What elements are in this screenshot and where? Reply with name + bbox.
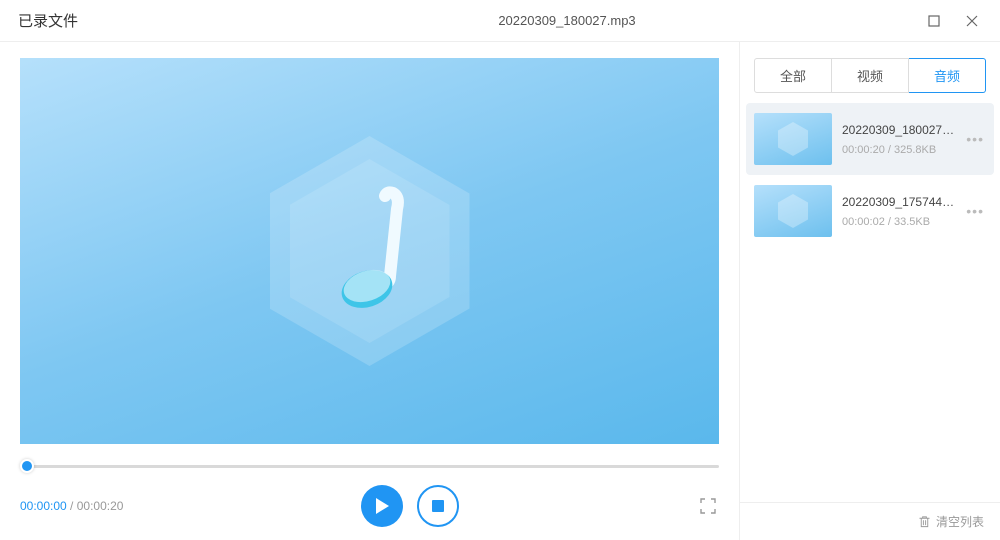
time-display: 00:00:00 / 00:00:20 [20,499,123,513]
filter-tabs: 全部 视频 音频 [754,58,986,93]
file-list: 20220309_180027.mp3 00:00:20 / 325.8KB •… [740,103,1000,502]
close-button[interactable] [964,13,980,29]
player-area: 00:00:00 / 00:00:20 [0,42,740,540]
music-note-icon [315,181,425,321]
tab-all[interactable]: 全部 [754,58,832,93]
total-time: 00:00:20 [77,499,124,513]
file-name: 20220309_175744.mp3 [842,195,954,209]
maximize-button[interactable] [926,13,942,29]
file-more-button[interactable]: ••• [964,203,986,219]
file-item[interactable]: 20220309_180027.mp3 00:00:20 / 325.8KB •… [746,103,994,175]
window-controls [926,13,992,29]
fullscreen-button[interactable] [697,495,719,517]
file-meta: 00:00:20 / 325.8KB [842,144,954,156]
file-info: 20220309_180027.mp3 00:00:20 / 325.8KB [842,123,954,156]
clear-list-button[interactable]: 清空列表 [740,502,1000,540]
progress-bar[interactable] [20,458,719,474]
thumbnail-hex-icon [778,122,808,156]
play-icon [374,497,390,515]
titlebar: 已录文件 20220309_180027.mp3 [0,0,1000,42]
main-area: 00:00:00 / 00:00:20 [0,42,1000,540]
play-button[interactable] [361,485,403,527]
progress-track [20,465,719,468]
current-time: 00:00:00 [20,499,67,513]
file-name: 20220309_180027.mp3 [842,123,954,137]
tab-video[interactable]: 视频 [832,58,909,93]
tab-audio[interactable]: 音频 [909,58,986,93]
controls-row: 00:00:00 / 00:00:20 [20,484,719,528]
trash-icon [918,515,931,528]
media-preview [20,58,719,444]
clear-list-label: 清空列表 [936,513,984,530]
file-info: 20220309_175744.mp3 00:00:02 / 33.5KB [842,195,954,228]
thumbnail-hex-icon [778,194,808,228]
sidebar: 全部 视频 音频 20220309_180027.mp3 00:00:20 / … [740,42,1000,540]
fullscreen-icon [700,498,716,514]
stop-icon [432,500,444,512]
audio-artwork [240,121,500,381]
file-thumbnail [754,113,832,165]
file-item[interactable]: 20220309_175744.mp3 00:00:02 / 33.5KB ••… [746,175,994,247]
file-meta: 00:00:02 / 33.5KB [842,216,954,228]
file-thumbnail [754,185,832,237]
app-title: 已录文件 [8,10,208,31]
stop-button[interactable] [417,485,459,527]
playback-controls [123,485,697,527]
progress-handle[interactable] [20,459,34,473]
file-more-button[interactable]: ••• [964,131,986,147]
current-file-title: 20220309_180027.mp3 [208,13,926,28]
